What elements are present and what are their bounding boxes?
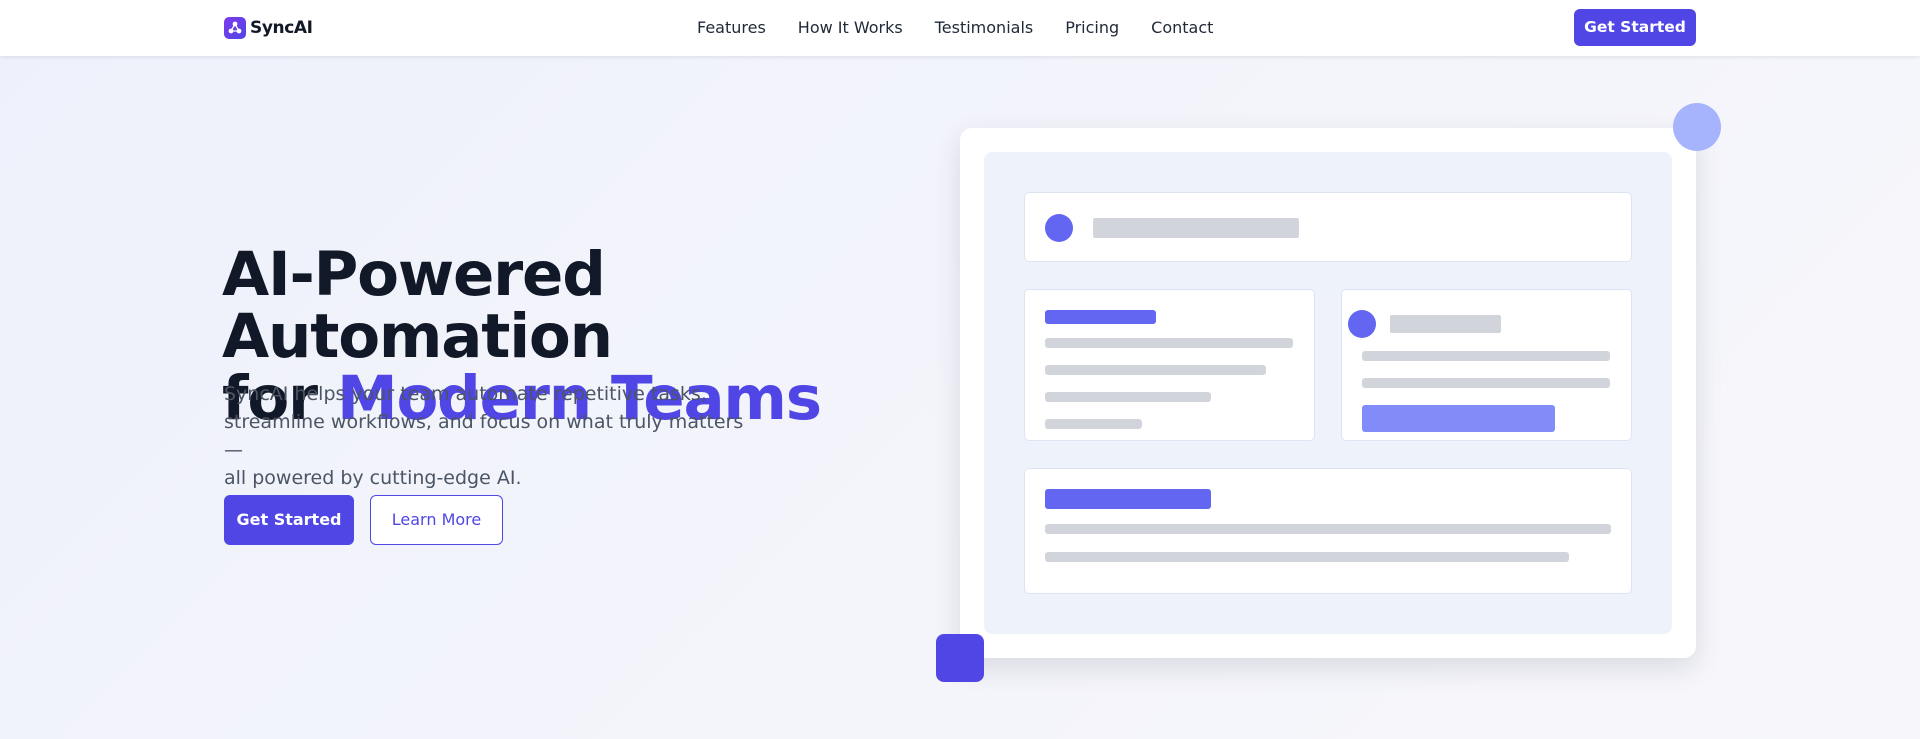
nav-link-how-it-works[interactable]: How It Works bbox=[798, 17, 903, 39]
placeholder-bar bbox=[1093, 218, 1299, 238]
top-navbar: SyncAI Features How It Works Testimonial… bbox=[0, 0, 1920, 56]
hero-subtitle-line3: all powered by cutting-edge AI. bbox=[224, 467, 522, 489]
logo-icon bbox=[224, 17, 246, 39]
brand-name: SyncAI bbox=[250, 18, 313, 38]
placeholder-bar bbox=[1045, 365, 1266, 375]
mockup-canvas bbox=[984, 152, 1672, 634]
nav-link-features[interactable]: Features bbox=[697, 17, 766, 39]
placeholder-bar bbox=[1045, 338, 1293, 348]
placeholder-bar bbox=[1362, 378, 1610, 388]
placeholder-bar bbox=[1390, 315, 1501, 333]
placeholder-button-bar bbox=[1362, 405, 1555, 432]
nav-link-contact[interactable]: Contact bbox=[1151, 17, 1213, 39]
placeholder-bar bbox=[1362, 351, 1610, 361]
placeholder-bar bbox=[1045, 419, 1142, 429]
brand-logo[interactable]: SyncAI bbox=[224, 16, 313, 40]
mockup-content-panel bbox=[1024, 289, 1315, 441]
placeholder-bar bbox=[1045, 524, 1611, 534]
mockup-header-panel bbox=[1024, 192, 1632, 262]
avatar-placeholder-icon bbox=[1348, 310, 1376, 338]
nav-get-started-button[interactable]: Get Started bbox=[1574, 9, 1696, 46]
avatar-placeholder-icon bbox=[1045, 214, 1073, 242]
nav-link-pricing[interactable]: Pricing bbox=[1065, 17, 1119, 39]
hero-title-line1: AI-Powered Automation bbox=[222, 239, 613, 372]
hero-subtitle-line2: streamline workflows, and focus on what … bbox=[224, 411, 744, 461]
hero-subtitle-line1: SyncAI helps your team automate repetiti… bbox=[224, 383, 707, 405]
mockup-summary-panel bbox=[1024, 468, 1632, 594]
dashboard-mockup bbox=[960, 128, 1696, 658]
placeholder-bar bbox=[1045, 552, 1569, 562]
hero-subtitle: SyncAI helps your team automate repetiti… bbox=[224, 380, 744, 492]
placeholder-heading-bar bbox=[1045, 310, 1156, 324]
decorative-circle bbox=[1673, 103, 1721, 151]
mockup-profile-panel bbox=[1341, 289, 1632, 441]
hero-learn-more-button[interactable]: Learn More bbox=[370, 495, 503, 545]
placeholder-heading-bar bbox=[1045, 489, 1211, 509]
decorative-square bbox=[936, 634, 984, 682]
nav-link-testimonials[interactable]: Testimonials bbox=[935, 17, 1034, 39]
hero-get-started-button[interactable]: Get Started bbox=[224, 495, 354, 545]
nav-links: Features How It Works Testimonials Prici… bbox=[697, 17, 1245, 39]
placeholder-bar bbox=[1045, 392, 1211, 402]
